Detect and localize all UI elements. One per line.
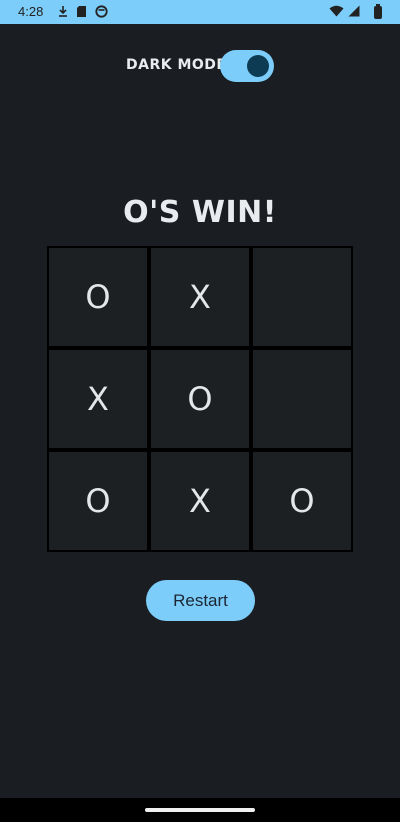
dark-mode-label: DARK MODE — [126, 57, 227, 73]
board-cell-2-3[interactable] — [251, 348, 353, 450]
restart-button[interactable]: Restart — [146, 580, 255, 621]
board-cell-3-3[interactable]: O — [251, 450, 353, 552]
switch-knob — [247, 55, 269, 77]
board-cell-2-2[interactable]: O — [149, 348, 251, 450]
vpn-icon — [95, 5, 108, 21]
wifi-icon — [329, 5, 344, 20]
status-right-icons — [329, 5, 360, 20]
board-cell-1-2[interactable]: X — [149, 246, 251, 348]
battery-icon — [374, 4, 382, 19]
game-board: O X X O O X O — [47, 246, 353, 552]
sd-card-icon — [76, 5, 87, 21]
game-result-title: O'S WIN! — [123, 195, 277, 230]
status-left-icons — [58, 5, 108, 21]
board-cell-3-1[interactable]: O — [47, 450, 149, 552]
download-icon — [58, 5, 68, 21]
dark-mode-switch[interactable] — [220, 50, 274, 82]
status-time: 4:28 — [18, 4, 44, 19]
board-cell-1-3[interactable] — [251, 246, 353, 348]
dark-mode-row: DARK MODE — [0, 49, 400, 83]
board-cell-3-2[interactable]: X — [149, 450, 251, 552]
navigation-bar — [0, 798, 400, 822]
home-gesture-handle[interactable] — [145, 808, 255, 812]
board-cell-2-1[interactable]: X — [47, 348, 149, 450]
status-bar: 4:28 — [0, 0, 400, 24]
signal-icon — [348, 5, 360, 20]
board-cell-1-1[interactable]: O — [47, 246, 149, 348]
